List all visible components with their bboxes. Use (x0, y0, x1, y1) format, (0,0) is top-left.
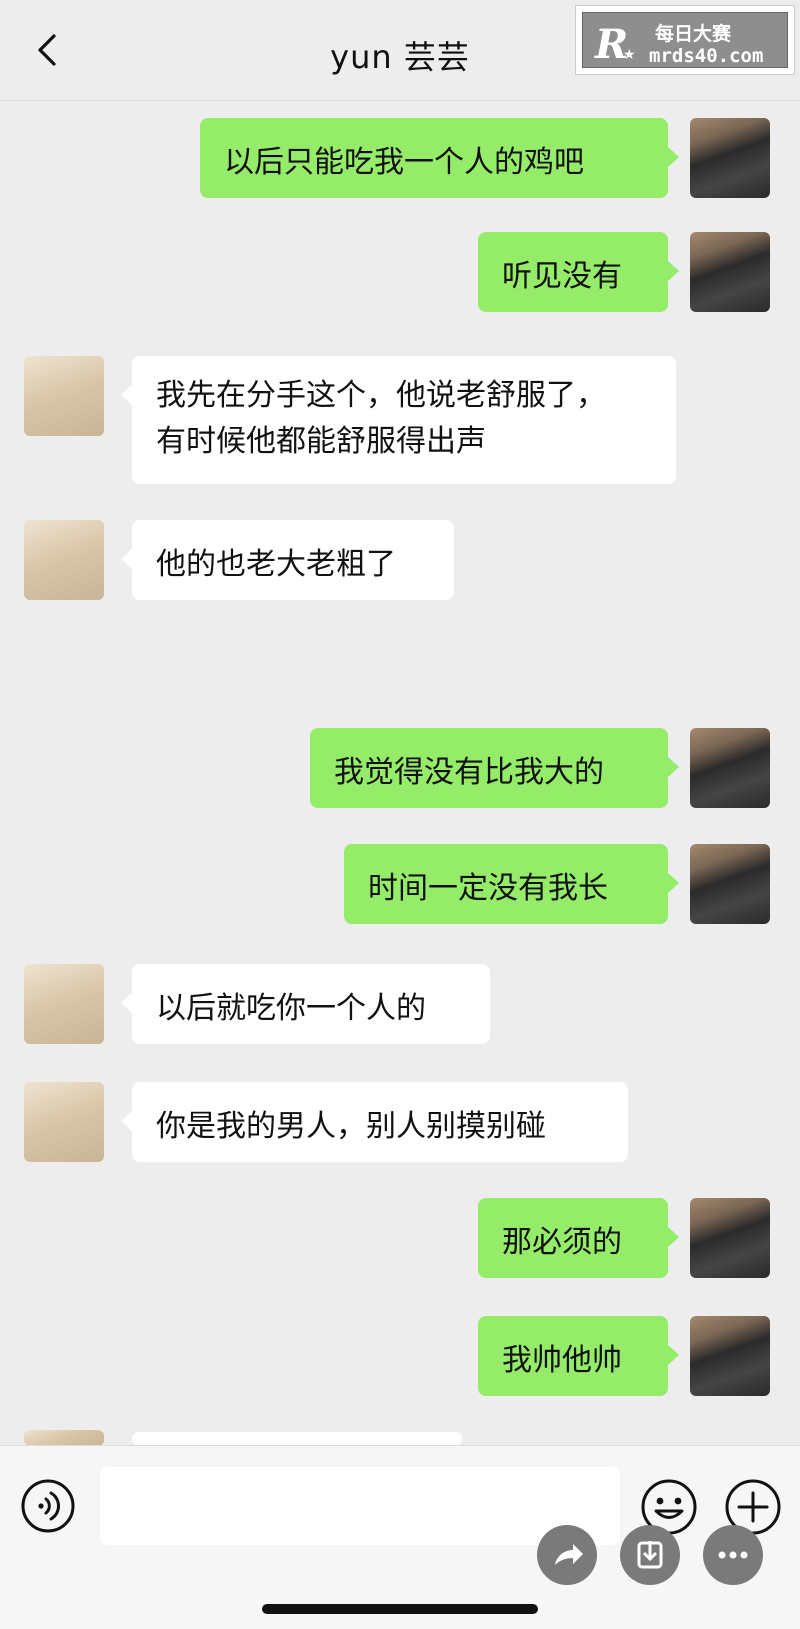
site-watermark: R ★ 每日大赛 mrds40.com (575, 5, 795, 75)
contact-avatar[interactable] (24, 964, 104, 1044)
message-bubble-sent[interactable]: 听见没有 (478, 232, 679, 312)
message-text: 你是我的男人，别人别摸别碰 (156, 1109, 546, 1144)
watermark-url: mrds40.com (649, 45, 764, 67)
message-bubble-sent[interactable]: 那必须的 (478, 1198, 679, 1278)
more-icon (718, 1551, 748, 1559)
voice-icon[interactable] (20, 1478, 76, 1534)
message-bubble-received[interactable]: 你是我的男人，别人别摸别碰 (121, 1082, 628, 1162)
message-text: 那必须的 (502, 1225, 622, 1260)
message-bubble-received[interactable]: 我先在分手这个，他说老舒服了， 有时候他都能舒服得出声 (121, 356, 676, 484)
message-text: 以后就吃你一个人的 (156, 991, 426, 1026)
my-avatar[interactable] (690, 232, 770, 312)
message-text: 我帅他帅 (502, 1343, 622, 1378)
message-text: 以后只能吃我一个人的鸡吧 (224, 145, 584, 180)
star-icon: ★ (623, 47, 636, 63)
message-bubble-sent[interactable]: 以后只能吃我一个人的鸡吧 (200, 118, 679, 198)
my-avatar[interactable] (690, 844, 770, 924)
download-icon (637, 1541, 663, 1569)
message-text-line: 我先在分手这个，他说老舒服了， (156, 378, 606, 413)
message-bubble-received[interactable]: 以后就吃你一个人的 (121, 964, 490, 1044)
contact-avatar[interactable] (24, 356, 104, 436)
my-avatar[interactable] (690, 118, 770, 198)
my-avatar[interactable] (690, 728, 770, 808)
message-text: 他的也老大老粗了 (156, 547, 396, 582)
message-text: 我觉得没有比我大的 (334, 755, 604, 790)
message-bubble-received[interactable]: 他的也老大老粗了 (121, 520, 454, 600)
message-bubble-sent[interactable]: 我觉得没有比我大的 (310, 728, 679, 808)
share-button[interactable] (537, 1525, 597, 1585)
save-button[interactable] (620, 1525, 680, 1585)
message-bubble-sent[interactable]: 时间一定没有我长 (344, 844, 679, 924)
message-bubble-sent[interactable]: 我帅他帅 (478, 1316, 679, 1396)
message-text: 时间一定没有我长 (368, 871, 608, 906)
my-avatar[interactable] (690, 1316, 770, 1396)
contact-avatar[interactable] (24, 1082, 104, 1162)
my-avatar[interactable] (690, 1198, 770, 1278)
message-bubble-received-partial (121, 1432, 462, 1482)
contact-avatar[interactable] (24, 520, 104, 600)
contact-avatar (24, 1430, 104, 1446)
message-text: 听见没有 (502, 259, 622, 294)
watermark-panel: R ★ 每日大赛 mrds40.com (582, 12, 788, 68)
message-text-line: 有时候他都能舒服得出声 (156, 424, 486, 459)
watermark-text: 每日大赛 (655, 23, 732, 45)
home-indicator (262, 1604, 538, 1614)
more-button[interactable] (703, 1525, 763, 1585)
share-icon (555, 1544, 583, 1565)
